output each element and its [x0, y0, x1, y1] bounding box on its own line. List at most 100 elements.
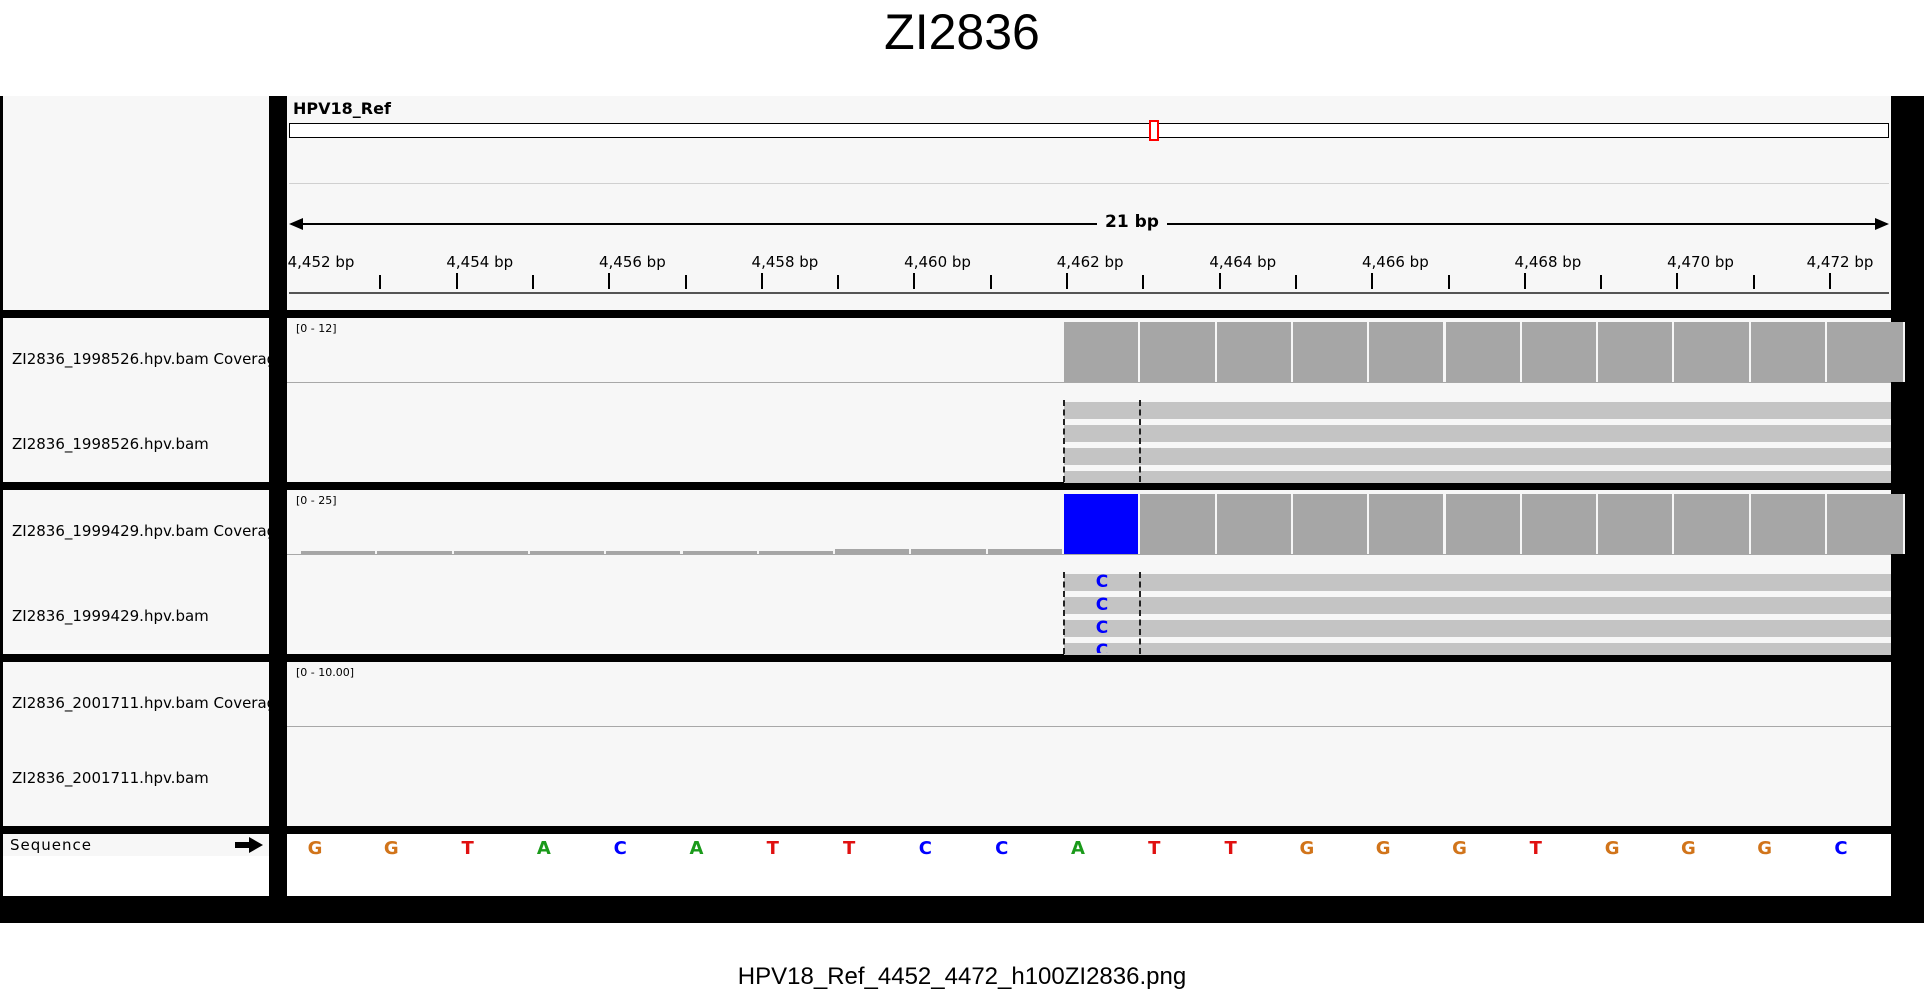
- coverage-bar: [1598, 322, 1675, 382]
- coverage-bar: [1292, 322, 1370, 382]
- ruler-tick-label: 4,460 bp: [904, 253, 971, 271]
- coverage-bar: [1064, 322, 1141, 382]
- ruler-tick-label: 4,464 bp: [1209, 253, 1277, 271]
- track-3-coverage-range: [0 - 10.00]: [296, 666, 355, 679]
- coverage-bar: [1445, 322, 1522, 382]
- read-boundary-line: [1063, 400, 1065, 482]
- coverage-bar: [1140, 322, 1217, 382]
- ruler-tick-mark: [989, 275, 992, 289]
- ruler-tick-label: 4,454 bp: [446, 253, 514, 271]
- read-bar: [1064, 574, 1891, 591]
- sequence-base: T: [1529, 838, 1542, 859]
- ruler-tick-mark: [1371, 273, 1374, 289]
- sequence-base: C: [613, 838, 627, 859]
- ruler-tick-mark: [913, 273, 916, 289]
- locator-box[interactable]: [1149, 120, 1159, 141]
- sequence-base: C: [1834, 838, 1848, 859]
- mismatch-base-letter: C: [1095, 572, 1109, 592]
- ruler-tick-mark: [1676, 273, 1679, 289]
- ruler-panel: HPV18_Ref 21 bp: [287, 96, 1891, 310]
- ruler-tick-label: 4,452 bp: [287, 253, 355, 271]
- ruler-tick-mark: [1829, 273, 1831, 289]
- sequence-label[interactable]: Sequence: [10, 836, 92, 854]
- sequence-base: G: [1452, 838, 1467, 859]
- sequence-base: A: [689, 838, 704, 859]
- coverage-bar: [1216, 494, 1293, 554]
- mismatch-base-letter: C: [1095, 641, 1109, 653]
- sequence-base: A: [1071, 838, 1085, 859]
- coverage-bar: [453, 551, 530, 554]
- right-arrow-icon: [1875, 218, 1889, 230]
- read-bar: [1064, 620, 1891, 637]
- ruler-tick-mark: [684, 275, 687, 289]
- coverage-bar: [1598, 494, 1675, 554]
- track-1-coverage-range: [0 - 12]: [296, 322, 337, 335]
- ruler-tick-mark: [455, 273, 458, 289]
- mismatch-coverage-bar: [1064, 494, 1141, 554]
- sequence-base: C: [995, 838, 1009, 859]
- track-3-coverage-name[interactable]: ZI2836_2001711.hpv.bam Coverage: [12, 694, 274, 712]
- ruler-tick-mark: [1447, 275, 1450, 289]
- track-1-name-panel: ZI2836_1998526.hpv.bam Coverage ZI2836_1…: [3, 318, 274, 482]
- read-bar: [1064, 425, 1891, 442]
- span-label: 21 bp: [1097, 212, 1167, 232]
- sequence-base: G: [1604, 838, 1620, 859]
- track-3-data-panel[interactable]: [0 - 10.00]: [287, 662, 1891, 826]
- coverage-bar: [987, 549, 1064, 554]
- ruler-tick-mark: [1142, 275, 1145, 289]
- sequence-name-panel: Sequence: [3, 834, 269, 896]
- track-3-name-panel: ZI2836_2001711.hpv.bam Coverage ZI2836_2…: [3, 662, 274, 826]
- coverage-bar: [835, 549, 912, 554]
- coverage-bar: [1674, 494, 1751, 554]
- track-1-coverage-name[interactable]: ZI2836_1998526.hpv.bam Coverage: [12, 350, 274, 368]
- ruler-tick-label: 4,470 bp: [1667, 253, 1734, 271]
- sequence-base: G: [1681, 838, 1696, 859]
- coverage-bar: [758, 551, 836, 554]
- track-1-reads-name[interactable]: ZI2836_1998526.hpv.bam: [12, 435, 274, 453]
- track-2-reads-name[interactable]: ZI2836_1999429.hpv.bam: [12, 607, 274, 625]
- footer-filename: HPV18_Ref_4452_4472_h100ZI2836.png: [737, 963, 1187, 990]
- ruler-tick-mark: [1294, 275, 1297, 289]
- coverage-bar: [1750, 494, 1827, 554]
- read-bar: [1064, 448, 1891, 465]
- read-bar: [1064, 597, 1891, 614]
- ruler-tick-mark: [760, 273, 763, 289]
- page-title: ZI2836: [884, 4, 1040, 60]
- span-label-wrap: 21 bp: [1057, 212, 1207, 232]
- coverage-bar: [682, 551, 759, 554]
- ruler-tick-mark: [1218, 273, 1221, 289]
- sequence-base: G: [307, 838, 323, 859]
- coverage-bar: [1827, 322, 1906, 382]
- ruler-tick-mark: [1066, 273, 1068, 289]
- header-name-panel: [3, 96, 269, 310]
- track-2-coverage-range: [0 - 25]: [296, 494, 337, 507]
- sequence-base: G: [383, 838, 399, 859]
- coverage-bar: [1750, 322, 1827, 382]
- sequence-base: G: [1375, 838, 1391, 859]
- sequence-direction-icon[interactable]: [235, 837, 263, 857]
- sequence-base: G: [1757, 838, 1773, 859]
- track-2-coverage-name[interactable]: ZI2836_1999429.hpv.bam Coverage: [12, 522, 274, 540]
- coverage-bar: [301, 551, 378, 554]
- track-2-name-panel: ZI2836_1999429.hpv.bam Coverage ZI2836_1…: [3, 490, 274, 654]
- sequence-base: T: [766, 838, 779, 859]
- track-1-separator: [287, 382, 1891, 383]
- read-bar: [1064, 402, 1891, 419]
- ruler-tick-label: 4,472 bp: [1806, 253, 1874, 271]
- coverage-bar: [1140, 494, 1217, 554]
- coverage-bar: [377, 551, 454, 554]
- ruler-tick-mark: [608, 273, 611, 289]
- coverage-bar: [1369, 322, 1446, 382]
- coverage-bar: [1369, 494, 1446, 554]
- coverage-bar: [1292, 494, 1370, 554]
- chromosome-name[interactable]: HPV18_Ref: [293, 99, 391, 118]
- ruler-baseline: [289, 292, 1889, 294]
- coverage-bar: [1521, 322, 1599, 382]
- read-bar: [1064, 643, 1891, 655]
- track-3-reads-name[interactable]: ZI2836_2001711.hpv.bam: [12, 769, 274, 787]
- ruler-tick-mark: [1752, 275, 1755, 289]
- sequence-base: A: [536, 838, 551, 859]
- coverage-bar: [1445, 494, 1522, 554]
- chromosome-ideogram[interactable]: [289, 123, 1889, 138]
- ruler-tick-label: 4,458 bp: [751, 253, 819, 271]
